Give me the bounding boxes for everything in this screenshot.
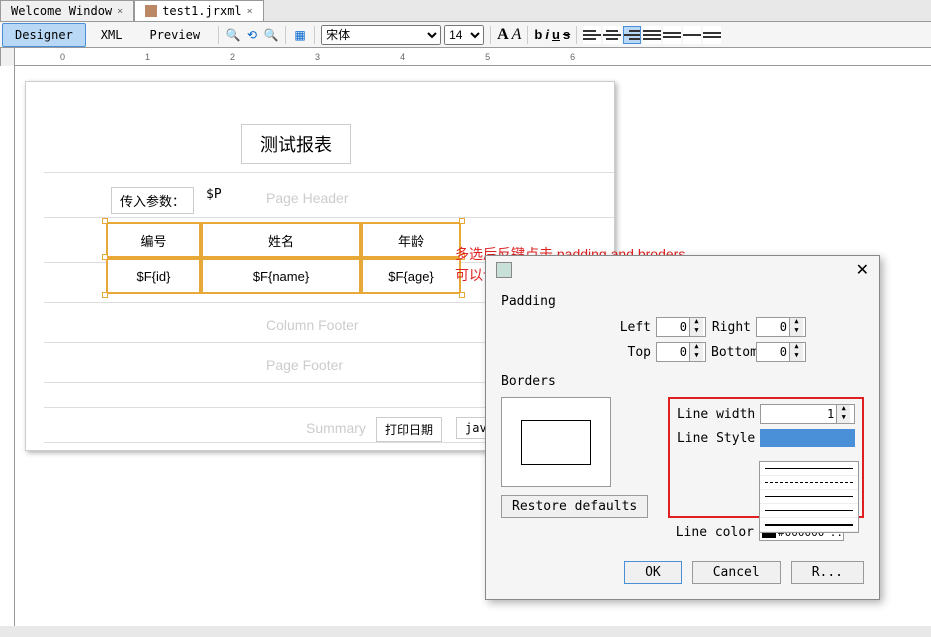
dialog-icon xyxy=(496,262,512,278)
line-style-select[interactable] xyxy=(760,429,855,447)
close-icon[interactable]: × xyxy=(117,6,123,17)
valign-top[interactable] xyxy=(663,26,681,44)
format-a1[interactable]: A xyxy=(497,26,509,44)
font-select[interactable]: 宋体 xyxy=(321,25,441,45)
grid-icon[interactable]: ▦ xyxy=(292,27,308,43)
report-title[interactable]: 测试报表 xyxy=(241,124,351,164)
header-age[interactable]: 年龄 xyxy=(361,222,461,258)
align-center[interactable] xyxy=(603,26,621,44)
zoom-out-icon[interactable]: 🔍 xyxy=(263,27,279,43)
left-label: Left xyxy=(611,320,651,335)
top-spinner[interactable]: ▲▼ xyxy=(656,342,706,362)
band-page-footer: Page Footer xyxy=(266,357,343,373)
tab-welcome[interactable]: Welcome Window × xyxy=(0,0,134,21)
file-icon xyxy=(145,5,157,17)
zoom-in-icon[interactable]: 🔍 xyxy=(225,27,241,43)
style-dashed[interactable] xyxy=(760,476,858,490)
close-icon[interactable]: ✕ xyxy=(856,260,869,280)
param-value[interactable]: $P xyxy=(206,187,222,202)
param-label[interactable]: 传入参数： xyxy=(111,187,194,214)
style-thick[interactable] xyxy=(760,518,858,532)
tab-label: Welcome Window xyxy=(11,4,112,18)
tab-bar: Welcome Window × test1.jrxml × xyxy=(0,0,931,22)
right-label: Right xyxy=(711,320,751,335)
field-age[interactable]: $F{age} xyxy=(361,258,461,294)
band-page-header: Page Header xyxy=(266,190,349,206)
field-id[interactable]: $F{id} xyxy=(106,258,201,294)
right-spinner[interactable]: ▲▼ xyxy=(756,317,806,337)
border-preview[interactable] xyxy=(501,397,611,487)
date-label[interactable]: 打印日期 xyxy=(376,417,442,442)
padding-label: Padding xyxy=(501,294,864,309)
valign-mid[interactable] xyxy=(683,26,701,44)
tab-label: test1.jrxml xyxy=(162,4,241,18)
band-summary: Summary xyxy=(306,420,366,436)
bottom-spinner[interactable]: ▲▼ xyxy=(756,342,806,362)
bold-button[interactable]: b xyxy=(534,27,542,42)
tab-file[interactable]: test1.jrxml × xyxy=(134,0,264,21)
valign-bot[interactable] xyxy=(703,26,721,44)
style-double[interactable] xyxy=(760,504,858,518)
bottom-label: Bottom xyxy=(711,345,751,360)
left-spinner[interactable]: ▲▼ xyxy=(656,317,706,337)
dialog-titlebar[interactable]: ✕ xyxy=(486,256,879,284)
restore-defaults-button[interactable]: Restore defaults xyxy=(501,495,648,518)
borders-label: Borders xyxy=(501,374,864,389)
align-right[interactable] xyxy=(623,26,641,44)
line-style-label: Line Style xyxy=(675,431,755,446)
style-thin[interactable] xyxy=(760,490,858,504)
italic-button[interactable]: i xyxy=(545,27,549,42)
r-button[interactable]: R... xyxy=(791,561,864,584)
size-select[interactable]: 14 xyxy=(444,25,484,45)
align-justify[interactable] xyxy=(643,26,661,44)
cancel-button[interactable]: Cancel xyxy=(692,561,781,584)
zoom-reset-icon[interactable]: ⟲ xyxy=(244,27,260,43)
field-name[interactable]: $F{name} xyxy=(201,258,361,294)
line-style-dropdown[interactable] xyxy=(759,461,859,533)
preview-tab[interactable]: Preview xyxy=(137,24,212,46)
ruler-corner xyxy=(0,48,15,66)
horizontal-ruler: 0123456 xyxy=(0,48,931,66)
line-width-label: Line width xyxy=(675,407,755,422)
top-label: Top xyxy=(611,345,651,360)
style-solid[interactable] xyxy=(760,462,858,476)
designer-tab[interactable]: Designer xyxy=(2,23,86,47)
underline-button[interactable]: u xyxy=(552,27,560,42)
header-id[interactable]: 编号 xyxy=(106,222,201,258)
vertical-ruler xyxy=(0,66,15,626)
close-icon[interactable]: × xyxy=(247,6,253,17)
xml-tab[interactable]: XML xyxy=(89,24,135,46)
strike-button[interactable]: s xyxy=(563,27,570,42)
padding-borders-dialog: ✕ Padding Left ▲▼ Right ▲▼ Top ▲▼ Bottom… xyxy=(485,255,880,600)
line-width-spinner[interactable]: ▲▼ xyxy=(760,404,855,424)
band-column-footer: Column Footer xyxy=(266,317,359,333)
toolbar: Designer XML Preview 🔍 ⟲ 🔍 ▦ 宋体 14 A A b… xyxy=(0,22,931,48)
align-left[interactable] xyxy=(583,26,601,44)
header-name[interactable]: 姓名 xyxy=(201,222,361,258)
ok-button[interactable]: OK xyxy=(624,561,682,584)
format-a2[interactable]: A xyxy=(512,26,522,44)
selected-table[interactable]: 编号 姓名 年龄 $F{id} $F{name} $F{age} xyxy=(106,222,461,294)
align-group xyxy=(583,26,721,44)
line-color-label: Line color xyxy=(676,525,754,540)
